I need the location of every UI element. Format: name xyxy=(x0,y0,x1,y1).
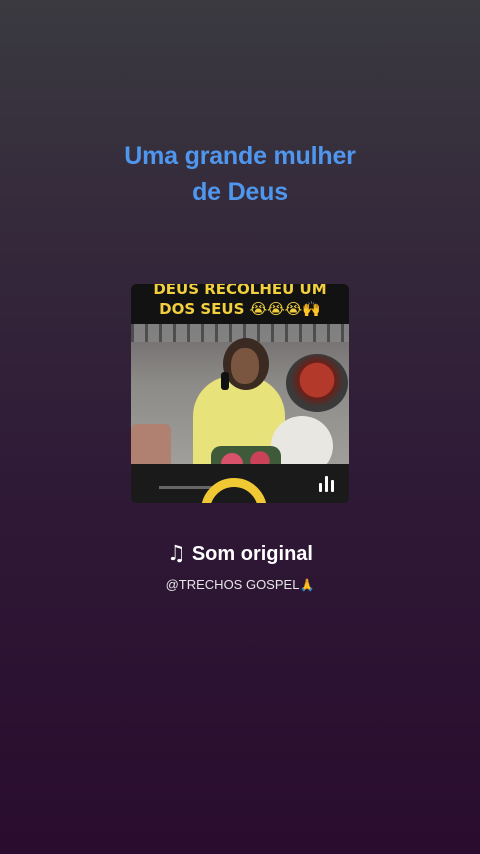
drum-kit xyxy=(286,354,348,412)
video-thumbnail[interactable]: DEUS RECOLHEU UM DOS SEUS 😭😭😭🙌 xyxy=(131,284,349,503)
caption-line-1: DEUS RECOLHEU UM xyxy=(153,284,327,298)
title-line-2: de Deus xyxy=(192,178,288,206)
title-line-1: Uma grande mulher xyxy=(124,142,356,170)
equalizer-icon[interactable] xyxy=(318,474,336,492)
music-note-icon: ♫ xyxy=(167,541,186,565)
sound-label: Som original xyxy=(191,543,313,565)
caption-line-2: DOS SEUS 😭😭😭🙌 xyxy=(159,300,321,318)
video-bottom-bar xyxy=(131,464,349,503)
sound-author[interactable]: @TRECHOS GOSPEL🙏 xyxy=(0,576,480,594)
video-caption: DEUS RECOLHEU UM DOS SEUS 😭😭😭🙌 xyxy=(131,284,349,324)
yellow-ring-overlay xyxy=(201,478,267,503)
video-frame xyxy=(131,324,349,476)
sound-label-row[interactable]: ♫ Som original xyxy=(0,539,480,568)
praying-hands-icon: 🙏 xyxy=(299,578,315,592)
speaker-face xyxy=(231,348,259,384)
author-handle: @TRECHOS GOSPEL xyxy=(165,577,300,592)
microphone xyxy=(221,372,229,390)
post-title: Uma grande mulher de Deus xyxy=(0,138,480,210)
